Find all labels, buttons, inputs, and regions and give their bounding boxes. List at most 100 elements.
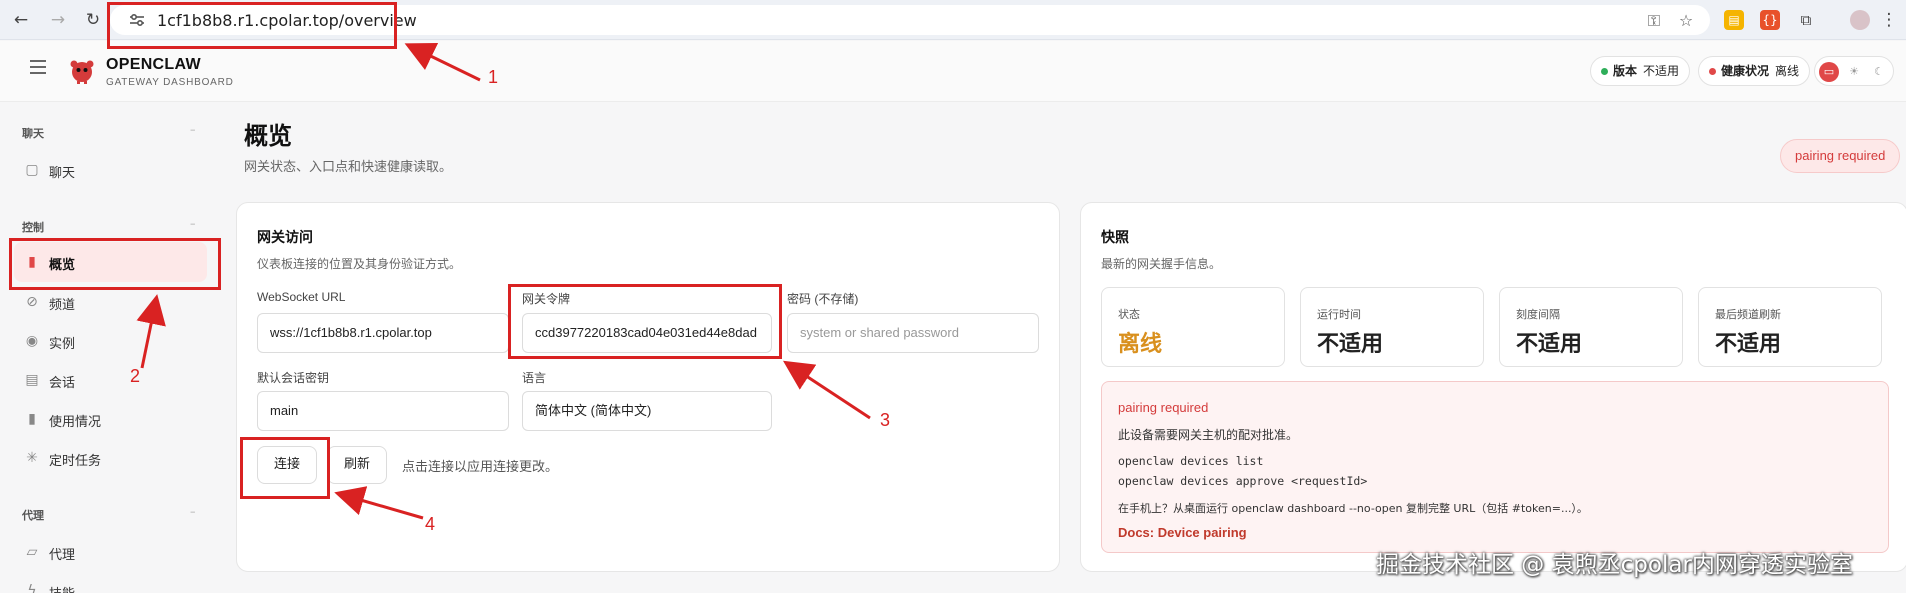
profile-avatar[interactable] <box>1850 10 1870 30</box>
sun-icon[interactable]: ☀ <box>1844 62 1864 82</box>
annotation-number-2: 2 <box>130 366 141 386</box>
collapse-icon[interactable]: – <box>190 123 196 136</box>
password-input[interactable]: system or shared password <box>787 313 1039 353</box>
card-subtitle: 最新的网关握手信息。 <box>1101 257 1222 271</box>
alert-code-line: openclaw devices approve <requestId> <box>1118 474 1368 488</box>
alert-title: pairing required <box>1118 400 1209 415</box>
annotation-box-token <box>508 284 782 359</box>
snapshot-card: 快照 最新的网关握手信息。 状态 离线 运行时间 不适用 刻度间隔 不适用 最后… <box>1080 202 1906 572</box>
websocket-url-label: WebSocket URL <box>257 290 346 304</box>
stat-status: 状态 离线 <box>1101 287 1285 367</box>
annotation-box-url <box>107 2 397 49</box>
back-icon[interactable]: ← <box>10 9 32 31</box>
sidebar-item-instances[interactable]: ◉ 实例 <box>14 321 207 361</box>
stat-value: 不适用 <box>1715 332 1782 357</box>
annotation-box-connect <box>240 437 330 499</box>
health-pill: 健康状况 离线 <box>1698 56 1811 86</box>
menu-icon[interactable] <box>30 60 46 74</box>
sidebar-item-cron[interactable]: ✳ 定时任务 <box>14 438 207 478</box>
annotation-box-overview <box>9 238 221 290</box>
card-subtitle: 仪表板连接的位置及其身份验证方式。 <box>257 257 462 271</box>
theme-switcher: ▭ ☀ ☾ <box>1814 56 1894 86</box>
sidebar-section-agent: 代理 <box>22 509 44 522</box>
sidebar-item-label: 频道 <box>49 298 76 313</box>
sidebar-item-label: 代理 <box>49 548 76 563</box>
alert-text: 此设备需要网关主机的配对批准。 <box>1118 428 1299 442</box>
sidebar-item-label: 定时任务 <box>49 454 102 469</box>
sidebar-item-sessions[interactable]: ▤ 会话 <box>14 360 207 400</box>
connect-hint: 点击连接以应用连接更改。 <box>402 460 559 475</box>
refresh-button[interactable]: 刷新 <box>327 446 387 484</box>
loader-icon: ✳ <box>26 450 38 466</box>
annotation-number-1: 1 <box>488 67 499 87</box>
health-label: 健康状况 <box>1721 64 1770 78</box>
docs-device-pairing-link[interactable]: Docs: Device pairing <box>1118 525 1247 540</box>
language-select[interactable]: 简体中文 (简体中文) <box>522 391 772 431</box>
annotation-number-3: 3 <box>880 410 891 430</box>
version-pill: 版本 不适用 <box>1590 56 1691 86</box>
sidebar-section-control: 控制 <box>22 221 44 234</box>
bookmark-star-icon[interactable]: ☆ <box>1677 12 1695 30</box>
stat-value: 不适用 <box>1317 332 1384 357</box>
app-header: OPENCLAW GATEWAY DASHBOARD 版本 不适用 健康状况 离线 … <box>0 41 1906 102</box>
card-title: 快照 <box>1101 230 1129 246</box>
sidebar-item-label: 会话 <box>49 376 76 391</box>
extension-code-icon[interactable]: {} <box>1760 10 1780 30</box>
brand-name: OPENCLAW <box>106 56 201 73</box>
websocket-url-input[interactable]: wss://1cf1b8b8.r1.cpolar.top <box>257 313 509 353</box>
pairing-alert: pairing required 此设备需要网关主机的配对批准。 opencla… <box>1101 381 1889 553</box>
stat-label: 最后频道刷新 <box>1715 308 1781 321</box>
gateway-access-card: 网关访问 仪表板连接的位置及其身份验证方式。 WebSocket URL wss… <box>236 202 1060 572</box>
reload-icon[interactable]: ↻ <box>82 9 104 31</box>
chat-icon: ▢ <box>25 162 39 178</box>
sidebar-item-label: 使用情况 <box>49 415 102 430</box>
moon-icon[interactable]: ☾ <box>1869 62 1889 82</box>
sidebar-section-chat: 聊天 <box>22 127 44 140</box>
extensions-puzzle-icon[interactable]: ⧉ <box>1796 10 1816 30</box>
bar-chart-icon: ▮ <box>28 411 36 427</box>
stat-tick-interval: 刻度间隔 不适用 <box>1499 287 1683 367</box>
sidebar: 聊天 – ▢ 聊天 控制 – ▮ 概览 ⊘ 频道 ◉ 实例 ▤ 会话 ▮ 使用情… <box>0 103 222 593</box>
health-value: 离线 <box>1775 64 1800 78</box>
language-label: 语言 <box>522 371 547 385</box>
version-label: 版本 <box>1613 64 1638 78</box>
stat-value: 不适用 <box>1516 332 1583 357</box>
forward-icon[interactable]: → <box>47 9 69 31</box>
sidebar-item-chat[interactable]: ▢ 聊天 <box>14 150 207 190</box>
sidebar-item-usage[interactable]: ▮ 使用情况 <box>14 399 207 439</box>
sidebar-item-label: 技能 <box>49 583 75 593</box>
version-value: 不适用 <box>1643 64 1680 78</box>
stat-label: 刻度间隔 <box>1516 308 1560 321</box>
zap-icon: ϟ <box>27 583 37 593</box>
stat-label: 状态 <box>1118 308 1140 321</box>
sidebar-item-agents[interactable]: ▱ 代理 <box>14 532 207 572</box>
page-title: 概览 <box>244 122 292 150</box>
openclaw-logo <box>70 60 94 84</box>
sidebar-item-label: 实例 <box>49 337 76 352</box>
stat-uptime: 运行时间 不适用 <box>1300 287 1484 367</box>
stat-value: 离线 <box>1118 332 1163 357</box>
collapse-icon[interactable]: – <box>190 217 196 230</box>
version-status-dot <box>1601 68 1608 75</box>
annotation-number-4: 4 <box>425 514 436 534</box>
extension-folder-icon[interactable]: ▤ <box>1724 10 1744 30</box>
folder-icon: ▱ <box>26 544 38 560</box>
radio-icon: ◉ <box>25 333 39 349</box>
alert-code-line: openclaw devices list <box>1118 454 1264 468</box>
sidebar-item-skills[interactable]: ϟ 技能 <box>14 571 207 593</box>
stat-last-channel-refresh: 最后频道刷新 不适用 <box>1698 287 1882 367</box>
monitor-icon[interactable]: ▭ <box>1819 62 1839 82</box>
document-icon: ▤ <box>25 372 39 388</box>
key-icon[interactable]: ⚿ <box>1645 12 1663 30</box>
alert-mobile-hint: 在手机上？从桌面运行 openclaw dashboard --no-open … <box>1118 502 1588 515</box>
health-status-dot <box>1709 68 1716 75</box>
session-key-input[interactable]: main <box>257 391 509 431</box>
link-icon: ⊘ <box>26 294 38 310</box>
brand-subtitle: GATEWAY DASHBOARD <box>106 77 234 88</box>
sidebar-item-label: 聊天 <box>49 166 76 181</box>
session-key-label: 默认会话密钥 <box>257 371 330 385</box>
browser-menu-icon[interactable]: ⋮ <box>1878 9 1900 31</box>
password-label: 密码 (不存储) <box>787 292 859 306</box>
card-title: 网关访问 <box>257 230 313 246</box>
collapse-icon[interactable]: – <box>190 505 196 518</box>
